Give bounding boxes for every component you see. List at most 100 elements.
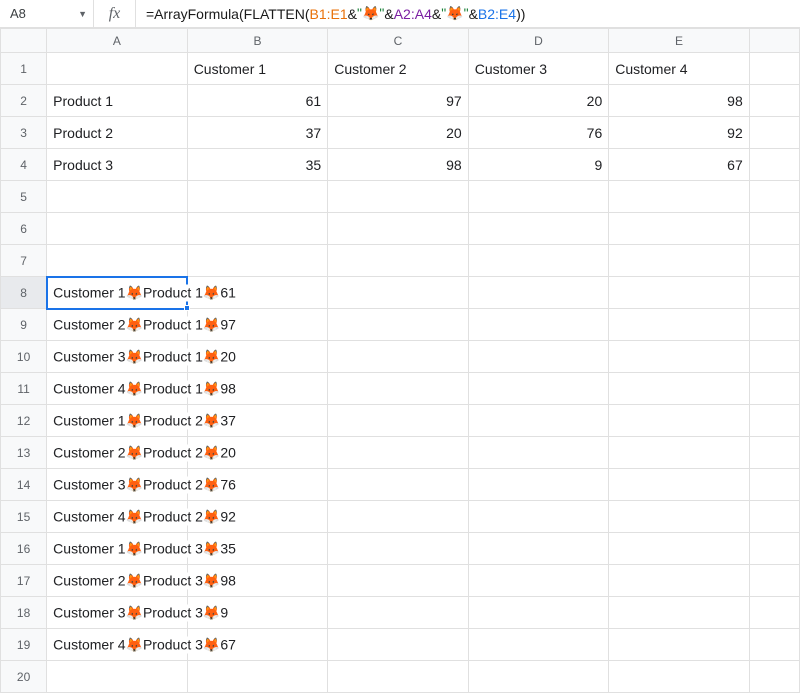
cell-D10[interactable] <box>468 341 609 373</box>
cell-C15[interactable] <box>328 501 469 533</box>
cell-X5[interactable] <box>749 181 799 213</box>
cell-A12[interactable]: Customer 1🦊Product 2🦊37 <box>47 405 188 437</box>
cell-B7[interactable] <box>187 245 328 277</box>
cell-A14[interactable]: Customer 3🦊Product 2🦊76 <box>47 469 188 501</box>
cell-X8[interactable] <box>749 277 799 309</box>
cell-E6[interactable] <box>609 213 750 245</box>
row-header-20[interactable]: 20 <box>1 661 47 693</box>
cell-X14[interactable] <box>749 469 799 501</box>
cell-A8[interactable]: Customer 1🦊Product 1🦊61 <box>47 277 188 309</box>
fill-handle[interactable] <box>184 305 190 311</box>
cell-E11[interactable] <box>609 373 750 405</box>
cell-D11[interactable] <box>468 373 609 405</box>
cell-C11[interactable] <box>328 373 469 405</box>
cell-A6[interactable] <box>47 213 188 245</box>
cell-E19[interactable] <box>609 629 750 661</box>
row-header-2[interactable]: 2 <box>1 85 47 117</box>
cell-C20[interactable] <box>328 661 469 693</box>
column-header-extra[interactable] <box>749 29 799 53</box>
column-header-B[interactable]: B <box>187 29 328 53</box>
row-header-3[interactable]: 3 <box>1 117 47 149</box>
cell-D18[interactable] <box>468 597 609 629</box>
cell-D1[interactable]: Customer 3 <box>468 53 609 85</box>
cell-X16[interactable] <box>749 533 799 565</box>
cell-C7[interactable] <box>328 245 469 277</box>
cell-C8[interactable] <box>328 277 469 309</box>
cell-C2[interactable]: 97 <box>328 85 469 117</box>
cell-A20[interactable] <box>47 661 188 693</box>
column-header-C[interactable]: C <box>328 29 469 53</box>
cell-B2[interactable]: 61 <box>187 85 328 117</box>
cell-X3[interactable] <box>749 117 799 149</box>
cell-X4[interactable] <box>749 149 799 181</box>
row-header-7[interactable]: 7 <box>1 245 47 277</box>
row-header-17[interactable]: 17 <box>1 565 47 597</box>
cell-D12[interactable] <box>468 405 609 437</box>
cell-E18[interactable] <box>609 597 750 629</box>
cell-E5[interactable] <box>609 181 750 213</box>
cell-E10[interactable] <box>609 341 750 373</box>
row-header-19[interactable]: 19 <box>1 629 47 661</box>
cell-E15[interactable] <box>609 501 750 533</box>
cell-C16[interactable] <box>328 533 469 565</box>
cell-A13[interactable]: Customer 2🦊Product 2🦊20 <box>47 437 188 469</box>
cell-B6[interactable] <box>187 213 328 245</box>
cell-A19[interactable]: Customer 4🦊Product 3🦊67 <box>47 629 188 661</box>
cell-C5[interactable] <box>328 181 469 213</box>
cell-D5[interactable] <box>468 181 609 213</box>
cell-D2[interactable]: 20 <box>468 85 609 117</box>
cell-A9[interactable]: Customer 2🦊Product 1🦊97 <box>47 309 188 341</box>
cell-A15[interactable]: Customer 4🦊Product 2🦊92 <box>47 501 188 533</box>
cell-E9[interactable] <box>609 309 750 341</box>
cell-X11[interactable] <box>749 373 799 405</box>
cell-E3[interactable]: 92 <box>609 117 750 149</box>
cell-A17[interactable]: Customer 2🦊Product 3🦊98 <box>47 565 188 597</box>
cell-E2[interactable]: 98 <box>609 85 750 117</box>
cell-X18[interactable] <box>749 597 799 629</box>
row-header-4[interactable]: 4 <box>1 149 47 181</box>
cell-A11[interactable]: Customer 4🦊Product 1🦊98 <box>47 373 188 405</box>
cell-C17[interactable] <box>328 565 469 597</box>
cell-X13[interactable] <box>749 437 799 469</box>
name-box[interactable]: A8 ▼ <box>0 0 94 27</box>
cell-X20[interactable] <box>749 661 799 693</box>
row-header-6[interactable]: 6 <box>1 213 47 245</box>
cell-E13[interactable] <box>609 437 750 469</box>
cell-E7[interactable] <box>609 245 750 277</box>
column-header-D[interactable]: D <box>468 29 609 53</box>
cell-C1[interactable]: Customer 2 <box>328 53 469 85</box>
cell-X19[interactable] <box>749 629 799 661</box>
row-header-15[interactable]: 15 <box>1 501 47 533</box>
select-all-corner[interactable] <box>1 29 47 53</box>
cell-C9[interactable] <box>328 309 469 341</box>
cell-A4[interactable]: Product 3 <box>47 149 188 181</box>
cell-D8[interactable] <box>468 277 609 309</box>
cell-A3[interactable]: Product 2 <box>47 117 188 149</box>
row-header-12[interactable]: 12 <box>1 405 47 437</box>
cell-A5[interactable] <box>47 181 188 213</box>
formula-input[interactable]: =ArrayFormula(FLATTEN(B1:E1&"🦊"&A2:A4&"🦊… <box>136 0 800 27</box>
cell-X12[interactable] <box>749 405 799 437</box>
cell-B3[interactable]: 37 <box>187 117 328 149</box>
cell-D14[interactable] <box>468 469 609 501</box>
cell-A16[interactable]: Customer 1🦊Product 3🦊35 <box>47 533 188 565</box>
cell-C14[interactable] <box>328 469 469 501</box>
row-header-11[interactable]: 11 <box>1 373 47 405</box>
cell-C3[interactable]: 20 <box>328 117 469 149</box>
cell-E14[interactable] <box>609 469 750 501</box>
cell-A1[interactable] <box>47 53 188 85</box>
cell-D3[interactable]: 76 <box>468 117 609 149</box>
row-header-18[interactable]: 18 <box>1 597 47 629</box>
cell-D15[interactable] <box>468 501 609 533</box>
row-header-5[interactable]: 5 <box>1 181 47 213</box>
cell-D4[interactable]: 9 <box>468 149 609 181</box>
cell-E4[interactable]: 67 <box>609 149 750 181</box>
cell-D13[interactable] <box>468 437 609 469</box>
cell-C12[interactable] <box>328 405 469 437</box>
cell-X9[interactable] <box>749 309 799 341</box>
cell-E12[interactable] <box>609 405 750 437</box>
cell-X15[interactable] <box>749 501 799 533</box>
cell-E17[interactable] <box>609 565 750 597</box>
cell-A18[interactable]: Customer 3🦊Product 3🦊9 <box>47 597 188 629</box>
cell-B1[interactable]: Customer 1 <box>187 53 328 85</box>
